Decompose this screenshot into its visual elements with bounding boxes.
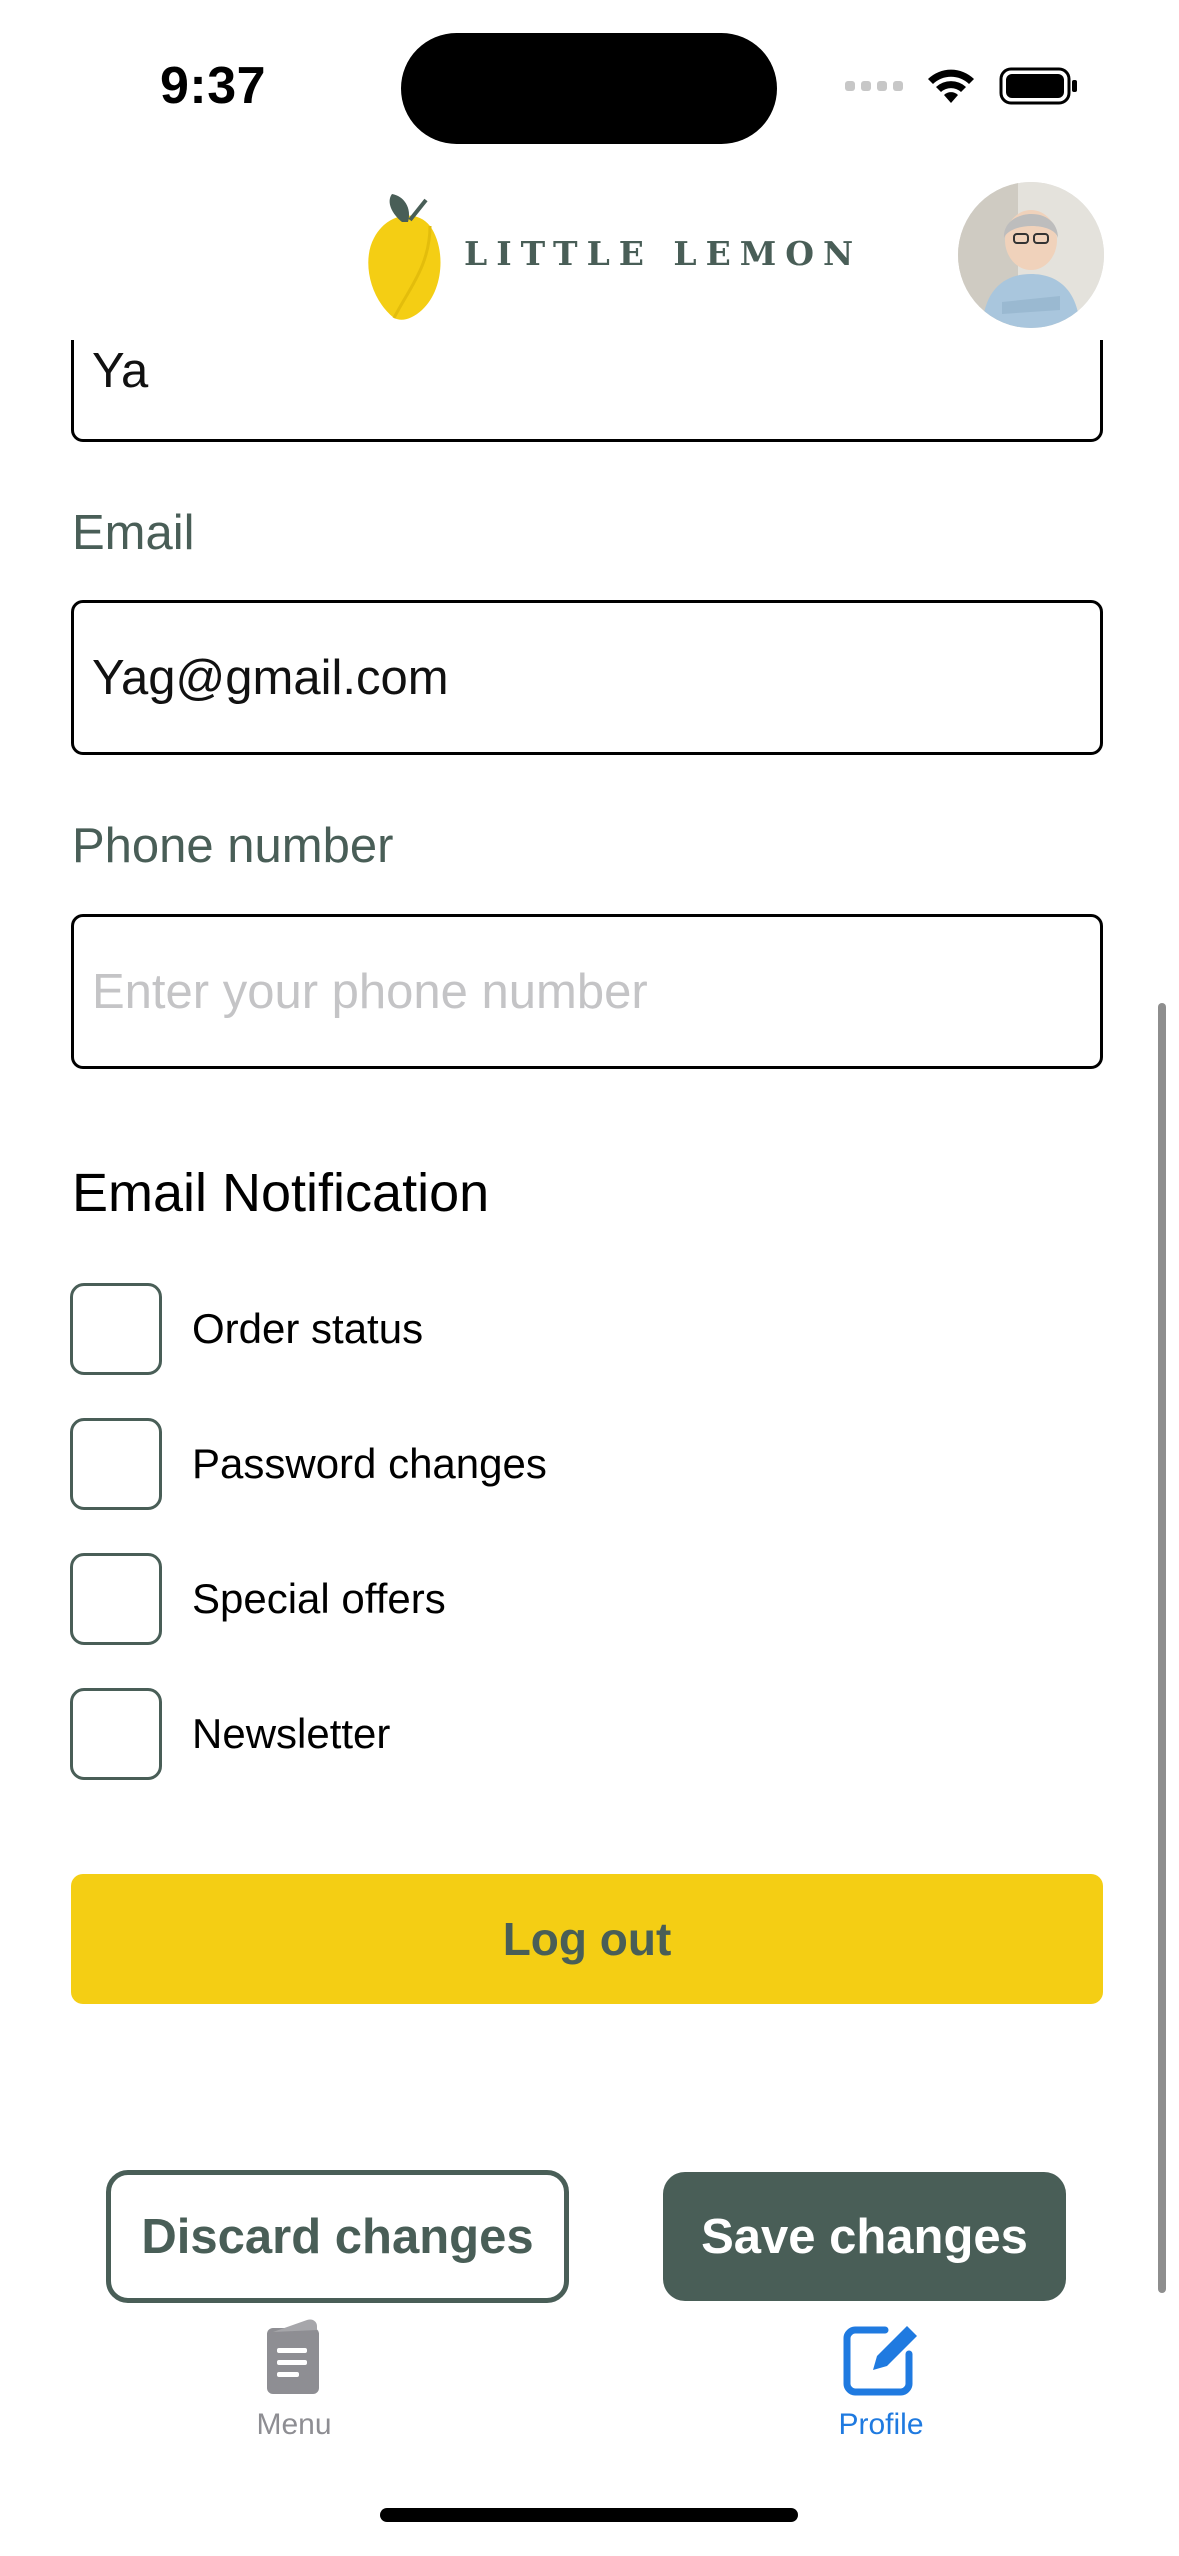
- password-changes-label: Password changes: [192, 1440, 547, 1487]
- checkbox-row-order-status[interactable]: Order status: [70, 1283, 423, 1375]
- tab-profile-label: Profile: [838, 2408, 924, 2441]
- menu-document-icon: [267, 2319, 319, 2394]
- logout-button[interactable]: Log out: [71, 1874, 1103, 2004]
- last-name-value: Ya: [92, 344, 149, 398]
- order-status-label: Order status: [192, 1305, 424, 1352]
- email-field[interactable]: Yag@gmail.com: [71, 600, 1103, 755]
- home-indicator[interactable]: [380, 2508, 798, 2522]
- special-offers-label: Special offers: [192, 1575, 446, 1622]
- email-notification-title: Email Notification: [72, 1163, 490, 1223]
- save-changes-button[interactable]: Save changes: [663, 2172, 1066, 2301]
- edit-square-icon: [843, 2326, 917, 2396]
- newsletter-checkbox[interactable]: [70, 1688, 162, 1780]
- phone-placeholder: Enter your phone number: [92, 964, 648, 1019]
- avatar[interactable]: [958, 182, 1104, 328]
- tab-menu[interactable]: Menu: [214, 2318, 374, 2442]
- password-changes-checkbox[interactable]: [70, 1418, 162, 1510]
- phone-field[interactable]: Enter your phone number: [71, 914, 1103, 1069]
- profile-photo-icon: [958, 182, 1104, 328]
- discard-changes-button[interactable]: Discard changes: [106, 2170, 569, 2303]
- tab-menu-label: Menu: [256, 2408, 332, 2441]
- lemon-icon: [368, 194, 441, 320]
- vertical-scrollbar[interactable]: [1158, 1003, 1166, 2293]
- logo-text: LITTLE LEMON: [464, 234, 863, 273]
- newsletter-label: Newsletter: [192, 1710, 391, 1757]
- checkbox-row-special-offers[interactable]: Special offers: [70, 1553, 446, 1645]
- tab-profile[interactable]: Profile: [801, 2318, 961, 2442]
- profile-form: Ya Email Yag@gmail.com Phone number Ente…: [0, 0, 1179, 2556]
- order-status-checkbox[interactable]: [70, 1283, 162, 1375]
- email-value: Yag@gmail.com: [92, 650, 449, 705]
- special-offers-checkbox[interactable]: [70, 1553, 162, 1645]
- phone-label: Phone number: [72, 819, 394, 873]
- checkbox-row-password-changes[interactable]: Password changes: [70, 1418, 547, 1510]
- email-label: Email: [72, 506, 195, 560]
- app-header: LITTLE LEMON: [0, 170, 1179, 340]
- checkbox-row-newsletter[interactable]: Newsletter: [70, 1688, 390, 1780]
- little-lemon-logo: LITTLE LEMON: [364, 190, 853, 320]
